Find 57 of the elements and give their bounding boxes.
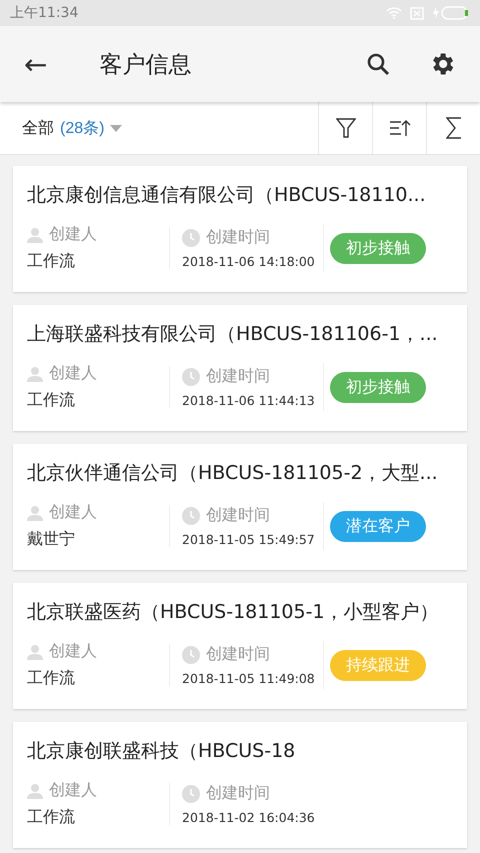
customer-card[interactable]: 北京康创信息通信有限公司（HBCUS-18110... 创建人 工作流 创建时间 2018-11-06 14:18:00 初步接触 bbox=[13, 166, 467, 292]
creator-name: 工作流 bbox=[27, 807, 76, 828]
created-time: 2018-11-05 11:49:08 bbox=[182, 671, 316, 686]
time-label: 创建时间 bbox=[206, 366, 270, 387]
created-time: 2018-11-06 11:44:13 bbox=[182, 393, 316, 408]
customer-card[interactable]: 北京伙伴通信公司（HBCUS-181105-2，大型... 创建人 戴世宁 创建时间 2018-11-05 15:49:57 潜在客户 bbox=[13, 444, 467, 570]
creator-label: 创建人 bbox=[49, 224, 97, 245]
sort-icon bbox=[388, 119, 410, 137]
sigma-icon bbox=[446, 117, 462, 139]
creator-name: 工作流 bbox=[27, 668, 76, 689]
clock-icon bbox=[182, 368, 200, 386]
sim-icon bbox=[410, 6, 424, 20]
customer-name: 上海联盛科技有限公司（HBCUS-181106-1，... bbox=[27, 322, 439, 347]
back-button[interactable]: ← bbox=[16, 48, 56, 80]
status-tag: 初步接触 bbox=[330, 232, 426, 264]
customer-card[interactable]: 北京联盛医药（HBCUS-181105-1，小型客户） 创建人 工作流 创建时间 2018-11-05 11:49:08 持续跟进 bbox=[13, 583, 467, 709]
person-icon bbox=[27, 782, 43, 798]
created-time: 2018-11-05 15:49:57 bbox=[182, 532, 316, 547]
clock-icon bbox=[182, 228, 200, 246]
wifi-icon bbox=[386, 7, 402, 19]
customer-name: 北京伙伴通信公司（HBCUS-181105-2，大型... bbox=[27, 461, 439, 486]
person-icon bbox=[27, 644, 43, 660]
filter-icon bbox=[336, 118, 356, 138]
creator-name: 工作流 bbox=[27, 251, 76, 272]
scope-label: 全部 bbox=[22, 118, 54, 138]
creator-name: 工作流 bbox=[27, 390, 76, 411]
creator-label: 创建人 bbox=[49, 502, 97, 523]
status-tag: 潜在客户 bbox=[330, 510, 426, 542]
creator-label: 创建人 bbox=[49, 641, 97, 662]
created-time: 2018-11-02 16:04:36 bbox=[182, 810, 316, 825]
status-tag: 初步接触 bbox=[330, 372, 426, 402]
clock-icon bbox=[182, 646, 200, 664]
created-time: 2018-11-06 14:18:00 bbox=[182, 254, 316, 269]
person-icon bbox=[27, 366, 43, 382]
status-time: 上午11:34 bbox=[10, 4, 78, 22]
record-count: (28条) bbox=[60, 118, 104, 138]
customer-name: 北京康创联盛科技（HBCUS-18 bbox=[27, 739, 296, 764]
clock-icon bbox=[182, 784, 200, 802]
creator-label: 创建人 bbox=[49, 363, 97, 384]
time-label: 创建时间 bbox=[206, 505, 270, 526]
time-label: 创建时间 bbox=[206, 644, 270, 665]
page-title: 客户信息 bbox=[99, 50, 192, 80]
person-icon bbox=[27, 226, 43, 242]
clock-icon bbox=[182, 506, 200, 524]
battery-icon bbox=[432, 6, 470, 20]
customer-card[interactable]: 北京康创联盛科技（HBCUS-18 创建人 工作流 创建时间 2018-11-02 16:04:36 bbox=[13, 722, 467, 848]
creator-label: 创建人 bbox=[49, 780, 97, 801]
time-label: 创建时间 bbox=[206, 227, 270, 248]
caret-icon bbox=[110, 124, 122, 132]
customer-name: 北京联盛医药（HBCUS-181105-1，小型客户） bbox=[27, 600, 440, 625]
person-icon bbox=[27, 504, 43, 520]
customer-card[interactable]: 上海联盛科技有限公司（HBCUS-181106-1，... 创建人 工作流 创建时间 2018-11-06 11:44:13 初步接触 bbox=[13, 305, 467, 431]
creator-name: 戴世宁 bbox=[27, 529, 76, 550]
status-tag: 持续跟进 bbox=[330, 650, 426, 680]
time-label: 创建时间 bbox=[206, 783, 270, 804]
customer-name: 北京康创信息通信有限公司（HBCUS-18110... bbox=[27, 183, 427, 208]
search-icon bbox=[366, 52, 390, 76]
